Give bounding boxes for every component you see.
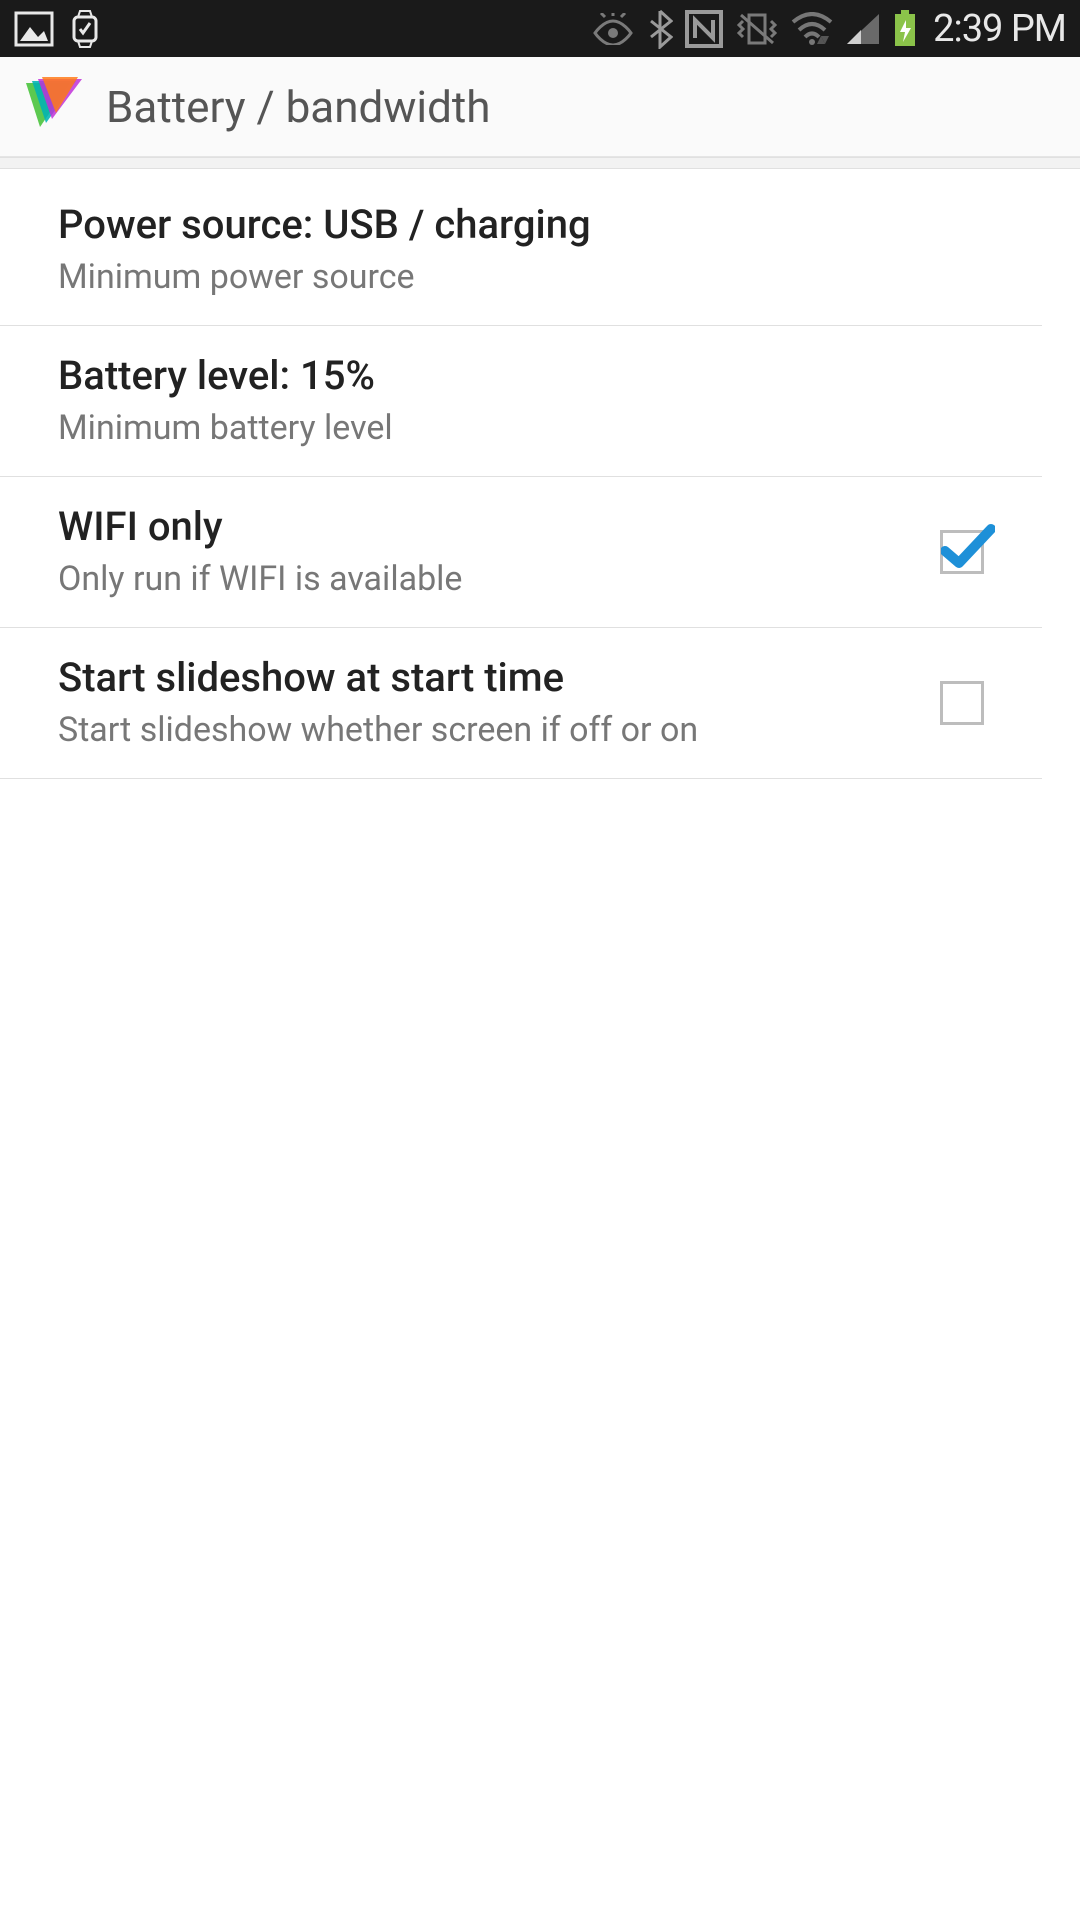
checkbox-wifi-only[interactable] [940,530,984,574]
watch-icon [68,9,102,49]
pref-subtitle: Start slideshow whether screen if off or… [58,708,920,754]
nfc-icon [685,10,723,48]
pref-subtitle: Minimum power source [58,255,982,301]
image-icon [14,11,54,47]
battery-icon [893,10,917,48]
app-logo-icon [18,77,82,137]
pref-subtitle: Minimum battery level [58,406,982,452]
bluetooth-icon [647,9,673,49]
pref-title: Start slideshow at start time [58,652,920,704]
pref-title: WIFI only [58,501,920,553]
wifi-icon [791,12,833,46]
checkbox-start-slideshow[interactable] [940,681,984,725]
pref-start-slideshow[interactable]: Start slideshow at start time Start slid… [0,628,1042,779]
pref-battery-level[interactable]: Battery level: 15% Minimum battery level [0,326,1042,477]
signal-icon [845,12,881,46]
pref-power-source[interactable]: Power source: USB / charging Minimum pow… [0,175,1042,326]
eye-icon [591,13,635,45]
pref-title: Battery level: 15% [58,350,982,402]
pref-subtitle: Only run if WIFI is available [58,557,920,603]
pref-title: Power source: USB / charging [58,199,982,251]
preferences-list: Power source: USB / charging Minimum pow… [0,169,1080,779]
app-header: Battery / bandwidth [0,57,1080,157]
page-title: Battery / bandwidth [106,81,491,133]
check-icon [941,523,995,571]
status-time: 2:39 PM [933,7,1066,51]
header-divider [0,157,1080,169]
vibrate-icon [735,9,779,49]
pref-wifi-only[interactable]: WIFI only Only run if WIFI is available [0,477,1042,628]
status-bar: 2:39 PM [0,0,1080,57]
